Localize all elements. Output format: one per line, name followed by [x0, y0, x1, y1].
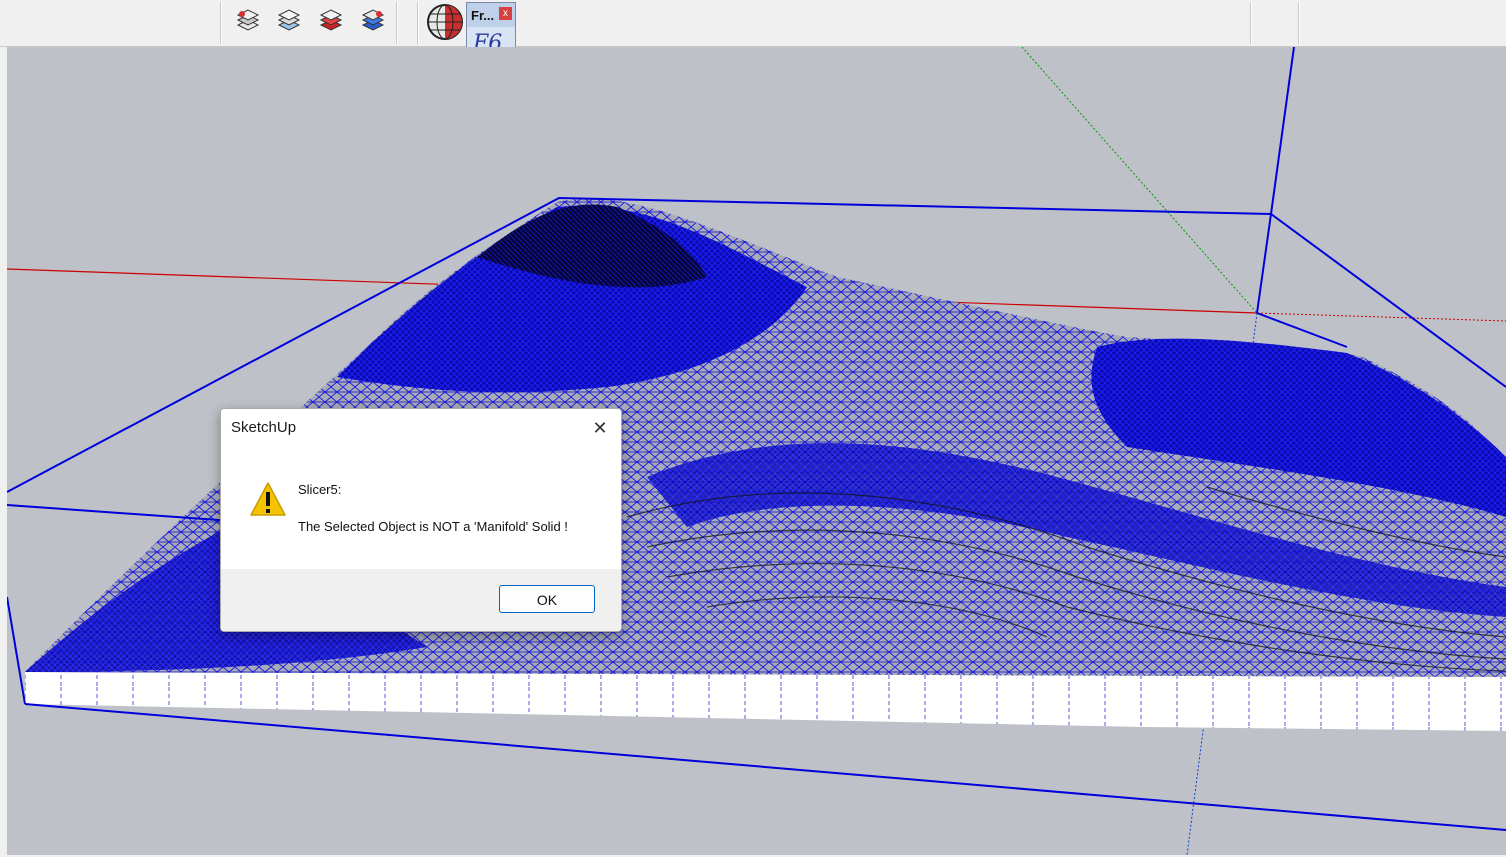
layer-stack-alt-icon[interactable] — [274, 6, 304, 36]
toolbar-separator — [396, 2, 398, 44]
toolbar-separator — [1250, 2, 1252, 44]
layer-stack-icon[interactable] — [233, 6, 263, 36]
layer-stack-red-icon[interactable] — [316, 6, 346, 36]
dialog-title: SketchUp — [231, 419, 297, 436]
warning-icon — [249, 481, 287, 517]
green-axis-dashed — [1021, 47, 1258, 314]
floating-window-close-button[interactable]: x — [499, 7, 512, 20]
toolbar-separator — [417, 2, 419, 44]
floating-window-title: Fr... — [471, 8, 495, 23]
layer-stack-blue-icon[interactable] — [358, 6, 388, 36]
floating-window-titlebar[interactable]: Fr... x — [467, 3, 515, 27]
sphere-plugin-icon[interactable] — [426, 3, 464, 41]
dialog-footer: OK — [221, 569, 621, 631]
toolbar-separator — [220, 2, 222, 44]
dialog-message: The Selected Object is NOT a 'Manifold' … — [298, 519, 568, 534]
dialog-heading: Slicer5: — [298, 482, 342, 497]
red-axis-dashed — [1256, 312, 1506, 322]
sketchup-alert-dialog: SketchUp ✕ Slicer5: The Selected Object … — [220, 408, 622, 632]
ok-button[interactable]: OK — [499, 585, 595, 613]
dialog-close-button[interactable]: ✕ — [589, 417, 611, 439]
toolbar — [0, 0, 1506, 47]
toolbar-separator — [1298, 2, 1300, 44]
